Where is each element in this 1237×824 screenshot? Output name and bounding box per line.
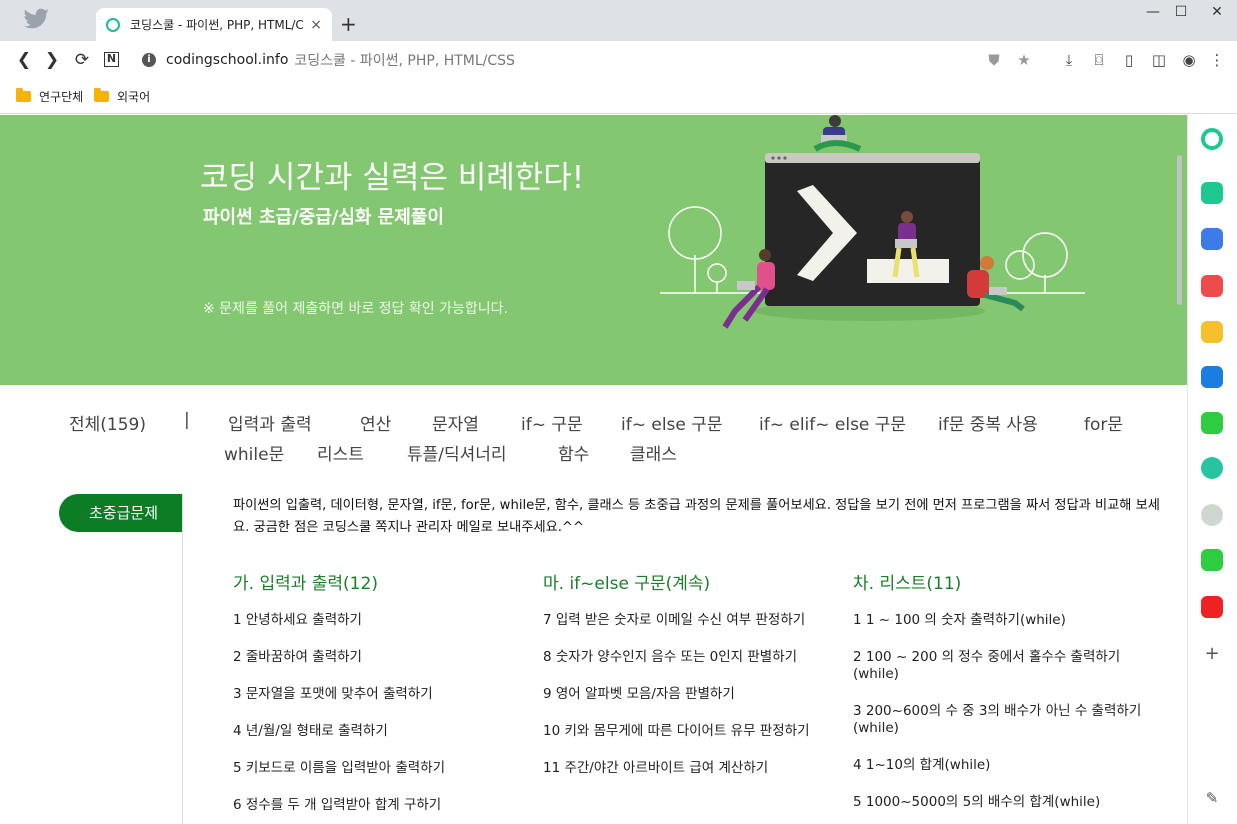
webtoon-icon[interactable] — [1201, 549, 1223, 571]
problem-link[interactable]: 9 영어 알파벳 모음/자음 판별하기 — [543, 686, 833, 703]
site-info-icon[interactable]: i — [142, 53, 156, 67]
forward-arrow-icon[interactable]: ❯ — [42, 50, 62, 70]
bookmark-label: 연구단체 — [39, 90, 84, 104]
back-arrow-icon[interactable]: ❮ — [14, 50, 34, 70]
active-tab[interactable]: 코딩스쿨 - 파이썬, PHP, HTML/CSS × — [96, 8, 332, 41]
maximize-button[interactable]: ☐ — [1166, 4, 1196, 20]
hero-banner: 코딩 시간과 실력은 비례한다! 파이썬 초급/중급/심화 문제풀이 ※ 문제를… — [0, 115, 1187, 385]
problem-link[interactable]: 2 줄바꿈하여 출력하기 — [233, 649, 523, 666]
hero-note: ※ 문제를 풀어 제출하면 바로 정답 확인 가능합니다. — [203, 301, 508, 317]
edge-icon[interactable] — [1201, 366, 1223, 388]
problem-link[interactable]: 1 안녕하세요 출력하기 — [233, 612, 523, 629]
category-if[interactable]: if~ 구문 — [521, 410, 583, 435]
shield-icon[interactable]: ⛊ — [984, 51, 1004, 69]
page-scrollbar[interactable] — [1177, 155, 1182, 305]
reload-icon[interactable]: ⟳ — [72, 50, 92, 70]
problem-link[interactable]: 5 키보드로 이름을 입력받아 출력하기 — [233, 760, 523, 777]
whale-app-icon[interactable] — [1201, 128, 1223, 150]
twitter-bird-icon — [24, 8, 49, 29]
naver-n-icon[interactable]: N — [104, 52, 119, 67]
problem-link[interactable]: 1 1 ~ 100 의 숫자 출력하기(while) — [853, 612, 1143, 629]
browser-tab-bar: 코딩스쿨 - 파이썬, PHP, HTML/CSS × + — ☐ ✕ — [0, 0, 1237, 41]
url-domain: codingschool.info — [166, 52, 289, 68]
folder-icon — [16, 88, 31, 102]
download-icon[interactable]: ⤓ — [1059, 51, 1079, 69]
problem-column-list: 차. 리스트(11) 1 1 ~ 100 의 숫자 출력하기(while) 2 … — [853, 569, 1143, 824]
bookmark-folder-language[interactable]: 외국어 — [94, 88, 150, 105]
category-operations[interactable]: 연산 — [360, 410, 391, 435]
close-tab-icon[interactable]: × — [310, 17, 322, 33]
category-all[interactable]: 전체(159) — [69, 410, 146, 435]
face-icon[interactable] — [1201, 504, 1223, 526]
page-content: 코딩 시간과 실력은 비례한다! 파이썬 초급/중급/심화 문제풀이 ※ 문제를… — [0, 115, 1187, 824]
problem-link[interactable]: 7 입력 받은 숫자로 이메일 수신 여부 판정하기 — [543, 612, 833, 629]
bookmarks-bar: 연구단체 외국어 — [0, 79, 1237, 114]
star-app-icon[interactable] — [1201, 321, 1223, 343]
now-icon[interactable] — [1201, 596, 1223, 618]
close-window-button[interactable]: ✕ — [1202, 4, 1232, 20]
add-icon[interactable]: + — [1201, 643, 1223, 665]
bookmark-label: 외국어 — [117, 90, 151, 104]
camera-icon[interactable]: ⌼ — [1089, 51, 1109, 69]
reader-icon[interactable]: ▯ — [1119, 51, 1139, 69]
category-class[interactable]: 클래스 — [630, 440, 677, 465]
divider — [182, 494, 183, 824]
minimize-button[interactable]: — — [1138, 4, 1168, 20]
bookmark-star-icon[interactable]: ★ — [1014, 51, 1034, 69]
category-for[interactable]: for문 — [1084, 410, 1123, 435]
category-list[interactable]: 리스트 — [317, 440, 364, 465]
category-while[interactable]: while문 — [224, 440, 284, 465]
url-page-title: 코딩스쿨 - 파이썬, PHP, HTML/CSS — [294, 53, 515, 69]
problem-column-if-else: 마. if~else 구문(계속) 7 입력 받은 숫자로 이메일 수신 여부 … — [543, 569, 833, 797]
category-strings[interactable]: 문자열 — [432, 410, 479, 435]
play-icon[interactable] — [1201, 457, 1223, 479]
hero-title: 코딩 시간과 실력은 비례한다! — [200, 160, 585, 196]
tab-title: 코딩스쿨 - 파이썬, PHP, HTML/CSS — [130, 18, 305, 32]
problem-link[interactable]: 6 정수를 두 개 입력받아 합계 구하기 — [233, 797, 523, 814]
category-tuple-dict[interactable]: 튜플/딕셔너리 — [407, 440, 507, 465]
briefcase-icon[interactable] — [1201, 228, 1223, 250]
problem-link[interactable]: 5 1000~5000의 5의 배수의 합계(while) — [853, 794, 1143, 811]
bookmark-folder-research[interactable]: 연구단체 — [16, 88, 83, 105]
problem-link[interactable]: 11 주간/야간 아르바이트 급여 계산하기 — [543, 760, 833, 777]
problem-link[interactable]: 3 200~600의 수 중 3의 배수가 아닌 수 출력하기(while) — [853, 703, 1143, 737]
category-if-elif-else[interactable]: if~ elif~ else 구문 — [759, 410, 906, 435]
column-heading: 차. 리스트(11) — [853, 574, 962, 594]
side-tab-beginner[interactable]: 초중급문제 — [59, 494, 183, 532]
pocket-icon[interactable] — [1201, 275, 1223, 297]
problem-link[interactable]: 8 숫자가 양수인지 음수 또는 0인지 판별하기 — [543, 649, 833, 666]
intro-text: 파이썬의 입출력, 데이터형, 문자열, if문, for문, while문, … — [233, 498, 1160, 535]
browser-toolbar: ❮ ❯ ⟳ N i codingschool.info 코딩스쿨 - 파이썬, … — [0, 41, 1237, 79]
problem-column-io: 가. 입력과 출력(12) 1 안녕하세요 출력하기 2 줄바꿈하여 출력하기 … — [233, 569, 523, 824]
profile-icon[interactable]: ◉ — [1179, 51, 1199, 69]
address-bar[interactable]: i codingschool.info 코딩스쿨 - 파이썬, PHP, HTM… — [142, 49, 515, 71]
problem-link[interactable]: 4 1~10의 합계(while) — [853, 757, 1143, 774]
category-separator: | — [184, 410, 190, 430]
side-panel: + ✎ — [1187, 115, 1237, 824]
problem-link[interactable]: 2 100 ~ 200 의 정수 중에서 홀수수 출력하기(while) — [853, 649, 1143, 683]
column-heading: 가. 입력과 출력(12) — [233, 574, 378, 594]
problem-link[interactable]: 10 키와 몸무게에 따른 다이어트 유무 판정하기 — [543, 723, 833, 740]
category-if-else[interactable]: if~ else 구문 — [621, 410, 723, 435]
site-favicon-icon — [106, 17, 120, 32]
category-function[interactable]: 함수 — [558, 440, 589, 465]
pin-icon[interactable]: ✎ — [1201, 787, 1223, 809]
folder-icon — [94, 88, 109, 102]
hero-subtitle: 파이썬 초급/중급/심화 문제풀이 — [203, 207, 444, 228]
category-io[interactable]: 입력과 출력 — [228, 410, 312, 435]
new-tab-button[interactable]: + — [340, 12, 357, 36]
coding-illustration — [660, 115, 1085, 329]
bell-icon[interactable] — [1201, 182, 1223, 204]
sidebar-toggle-icon[interactable]: ◫ — [1149, 51, 1169, 69]
category-nested-if[interactable]: if문 중복 사용 — [938, 410, 1038, 435]
green-square-icon[interactable] — [1201, 412, 1223, 434]
problem-link[interactable]: 4 년/월/일 형태로 출력하기 — [233, 723, 523, 740]
problem-link[interactable]: 3 문자열을 포맷에 맞추어 출력하기 — [233, 686, 523, 703]
menu-dots-icon[interactable]: ⋮ — [1207, 51, 1227, 69]
column-heading: 마. if~else 구문(계속) — [543, 574, 711, 594]
